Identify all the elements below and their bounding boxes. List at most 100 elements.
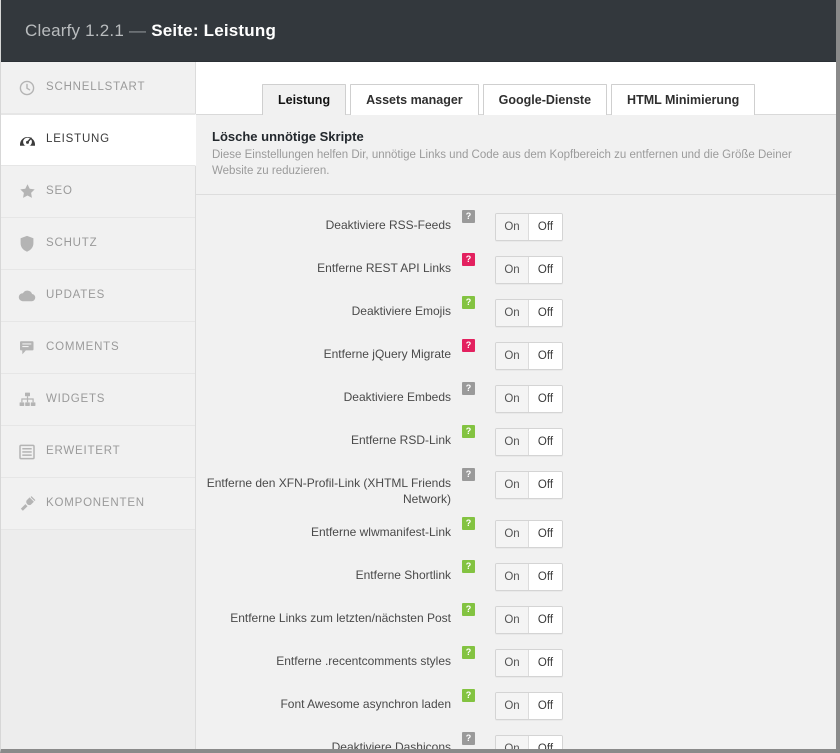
onoff-toggle[interactable]: OnOff — [495, 649, 563, 677]
sidebar-item-erweitert[interactable]: ERWEITERT — [1, 426, 195, 478]
onoff-toggle[interactable]: OnOff — [495, 213, 563, 241]
toggle-off-button[interactable]: Off — [529, 300, 562, 326]
help-question-icon[interactable]: ? — [462, 339, 475, 352]
help-question-icon[interactable]: ? — [462, 425, 475, 438]
tab-leistung[interactable]: Leistung — [262, 84, 346, 115]
onoff-toggle[interactable]: OnOff — [495, 520, 563, 548]
sidebar-item-komponenten[interactable]: KOMPONENTEN — [1, 478, 195, 530]
help-question-icon[interactable]: ? — [462, 210, 475, 223]
help-question-icon[interactable]: ? — [462, 732, 475, 745]
setting-label: Entferne jQuery Migrate — [196, 338, 451, 362]
brand-version-label: Clearfy 1.2.1 — [25, 21, 124, 40]
toggle-on-button[interactable]: On — [496, 300, 529, 326]
help-question-icon[interactable]: ? — [462, 560, 475, 573]
tab-label: Google-Dienste — [499, 93, 591, 107]
tab-google-dienste[interactable]: Google-Dienste — [483, 84, 607, 115]
sidebar-item-label: UPDATES — [46, 290, 105, 302]
setting-help-wrap: ? — [461, 338, 475, 352]
setting-label: Entferne Links zum letzten/nächsten Post — [196, 602, 451, 626]
onoff-toggle[interactable]: OnOff — [495, 428, 563, 456]
setting-label: Entferne .recentcomments styles — [196, 645, 451, 669]
setting-label: Entferne RSD-Link — [196, 424, 451, 448]
sitemap-icon — [17, 390, 37, 410]
help-question-icon[interactable]: ? — [462, 603, 475, 616]
tab-label: HTML Minimierung — [627, 93, 739, 107]
setting-row: Entferne RSD-Link? OnOff — [196, 424, 836, 458]
help-question-icon[interactable]: ? — [462, 517, 475, 530]
sidebar-item-seo[interactable]: SEO — [1, 166, 195, 218]
toggle-off-button[interactable]: Off — [529, 214, 562, 240]
onoff-toggle[interactable]: OnOff — [495, 385, 563, 413]
tab-label: Leistung — [278, 93, 330, 107]
toggle-off-button[interactable]: Off — [529, 650, 562, 676]
setting-label: Deaktiviere Dashicons — [196, 731, 451, 753]
sidebar-item-widgets[interactable]: WIDGETS — [1, 374, 195, 426]
onoff-toggle[interactable]: OnOff — [495, 735, 563, 753]
cloud-icon — [17, 286, 37, 306]
sidebar-item-comments[interactable]: COMMENTS — [1, 322, 195, 374]
setting-help-wrap: ? — [461, 559, 475, 573]
toggle-off-button[interactable]: Off — [529, 472, 562, 498]
settings-list: Deaktiviere RSS-Feeds?OnOffEntferne REST… — [196, 195, 836, 753]
setting-label: Entferne REST API Links — [196, 252, 451, 276]
toggle-on-button[interactable]: On — [496, 472, 529, 498]
toggle-on-button[interactable]: On — [496, 736, 529, 753]
setting-row: Entferne .recentcomments styles? OnOff — [196, 645, 836, 679]
onoff-toggle[interactable]: OnOff — [495, 563, 563, 591]
toggle-on-button[interactable]: On — [496, 650, 529, 676]
onoff-toggle[interactable]: OnOff — [495, 471, 563, 499]
toggle-on-button[interactable]: On — [496, 564, 529, 590]
toggle-on-button[interactable]: On — [496, 429, 529, 455]
onoff-toggle[interactable]: OnOff — [495, 299, 563, 327]
toggle-off-button[interactable]: Off — [529, 429, 562, 455]
sidebar-item-label: COMMENTS — [46, 342, 119, 354]
sidebar-item-schnellstart[interactable]: SCHNELLSTART — [1, 62, 195, 114]
toggle-on-button[interactable]: On — [496, 214, 529, 240]
toggle-on-button[interactable]: On — [496, 607, 529, 633]
sidebar-item-schutz[interactable]: SCHUTZ — [1, 218, 195, 270]
toggle-on-button[interactable]: On — [496, 343, 529, 369]
gauge-icon — [17, 130, 37, 150]
content-area: Leistung Assets manager Google-Dienste HTML… — [196, 62, 836, 753]
toggle-off-button[interactable]: Off — [529, 736, 562, 753]
setting-row: Deaktiviere Embeds? OnOff — [196, 381, 836, 415]
toggle-on-button[interactable]: On — [496, 257, 529, 283]
toggle-off-button[interactable]: Off — [529, 386, 562, 412]
toggle-off-button[interactable]: Off — [529, 257, 562, 283]
clock-icon — [17, 78, 37, 98]
onoff-toggle[interactable]: OnOff — [495, 606, 563, 634]
help-question-icon[interactable]: ? — [462, 296, 475, 309]
toggle-on-button[interactable]: On — [496, 693, 529, 719]
star-icon — [17, 182, 37, 202]
sidebar-item-leistung[interactable]: LEISTUNG — [1, 114, 196, 166]
page-title: Clearfy 1.2.1—Seite: Leistung — [25, 21, 276, 41]
section-header: Lösche unnötige Skripte Diese Einstellun… — [196, 114, 836, 195]
setting-row: Entferne Shortlink?OnOff — [196, 559, 836, 593]
toggle-on-button[interactable]: On — [496, 521, 529, 547]
sidebar-item-updates[interactable]: UPDATES — [1, 270, 195, 322]
onoff-toggle[interactable]: OnOff — [495, 256, 563, 284]
list-icon — [17, 442, 37, 462]
help-question-icon[interactable]: ? — [462, 253, 475, 266]
toggle-off-button[interactable]: Off — [529, 607, 562, 633]
onoff-toggle[interactable]: OnOff — [495, 342, 563, 370]
tab-html-minimierung[interactable]: HTML Minimierung — [611, 84, 755, 115]
setting-row: Font Awesome asynchron laden?OnOff — [196, 688, 836, 722]
toggle-on-button[interactable]: On — [496, 386, 529, 412]
toggle-off-button[interactable]: Off — [529, 693, 562, 719]
toggle-off-button[interactable]: Off — [529, 564, 562, 590]
help-question-icon[interactable]: ? — [462, 689, 475, 702]
setting-help-wrap: ? — [461, 467, 475, 481]
plugin-settings-window: Clearfy 1.2.1—Seite: Leistung SCHNELLSTA… — [0, 0, 840, 753]
sidebar-item-label: WIDGETS — [46, 394, 105, 406]
help-question-icon[interactable]: ? — [462, 382, 475, 395]
help-question-icon[interactable]: ? — [462, 468, 475, 481]
setting-label: Deaktiviere Embeds — [196, 381, 451, 405]
setting-row: Deaktiviere Emojis?OnOff — [196, 295, 836, 329]
setting-row: Entferne REST API Links? OnOff — [196, 252, 836, 286]
onoff-toggle[interactable]: OnOff — [495, 692, 563, 720]
tab-assets-manager[interactable]: Assets manager — [350, 84, 479, 115]
toggle-off-button[interactable]: Off — [529, 343, 562, 369]
toggle-off-button[interactable]: Off — [529, 521, 562, 547]
help-question-icon[interactable]: ? — [462, 646, 475, 659]
